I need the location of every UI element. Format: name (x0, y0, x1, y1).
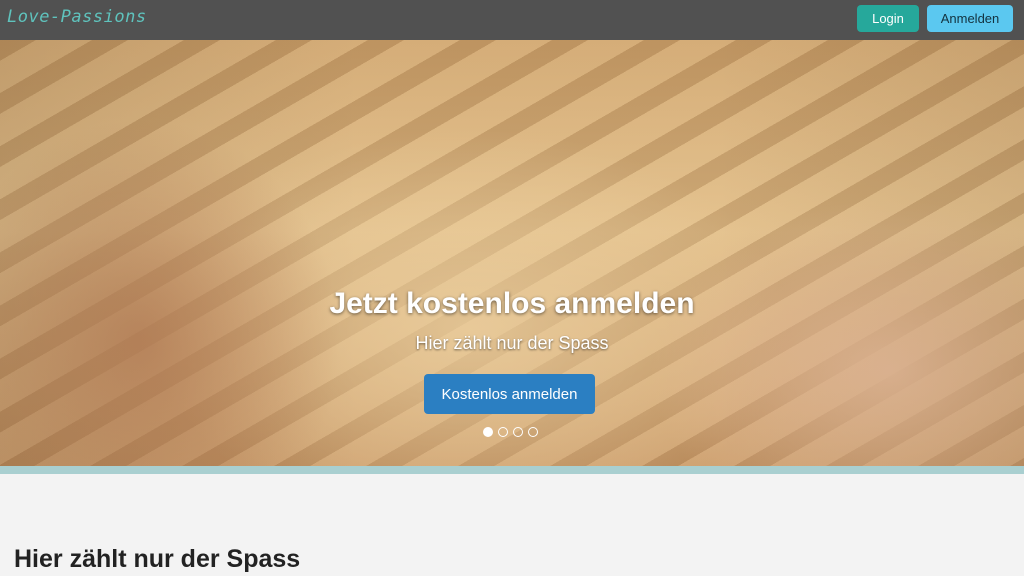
carousel-dot[interactable] (483, 427, 493, 437)
carousel-dot[interactable] (513, 427, 523, 437)
register-button[interactable]: Anmelden (927, 5, 1013, 32)
login-button[interactable]: Login (857, 5, 919, 32)
free-register-button[interactable]: Kostenlos anmelden (424, 374, 595, 414)
brand-logo[interactable]: Love-Passions (7, 7, 147, 27)
hero-divider (0, 466, 1024, 474)
section-heading: Hier zählt nur der Spass (14, 545, 301, 573)
hero-subtitle: Hier zählt nur der Spass (415, 333, 609, 353)
hero-carousel: Jetzt kostenlos anmelden Hier zählt nur … (0, 40, 1024, 466)
hero-title: Jetzt kostenlos anmelden (329, 287, 695, 320)
top-navbar: Love-Passions Login Anmelden (0, 0, 1024, 40)
carousel-dot[interactable] (528, 427, 538, 437)
carousel-indicators (483, 427, 538, 437)
main-content: Hier zählt nur der Spass (0, 474, 1024, 576)
carousel-dot[interactable] (498, 427, 508, 437)
